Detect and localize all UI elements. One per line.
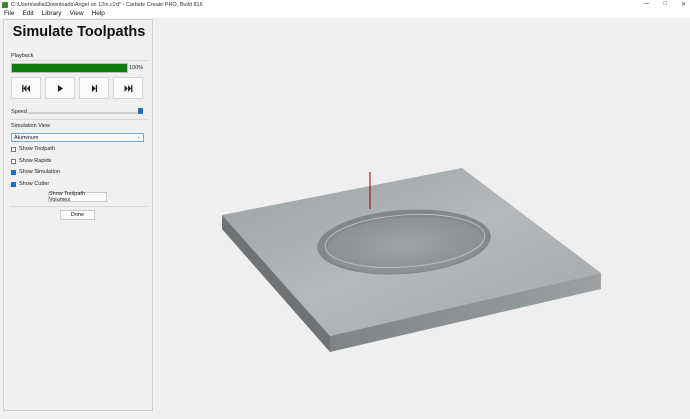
- progress-bar: [11, 63, 128, 73]
- minimize-button[interactable]: —: [643, 1, 649, 8]
- simulation-render: [222, 168, 601, 352]
- fast-forward-icon: [124, 84, 132, 92]
- playback-label: Playback: [11, 53, 34, 59]
- step-forward-icon: [91, 84, 97, 92]
- window-controls: — □ ✕: [643, 1, 686, 8]
- simulate-panel: Simulate Toolpaths Playback 100% Speed S…: [3, 19, 153, 411]
- menu-help[interactable]: Help: [92, 10, 105, 17]
- material-value: Aluminum: [14, 134, 39, 141]
- 3d-viewport[interactable]: [156, 19, 690, 414]
- show-toolpath-option[interactable]: Show Toolpath: [11, 146, 55, 152]
- title-bar: C:\Users\willa\Downloads\Angel on 12in.c…: [0, 0, 690, 9]
- app-icon: [2, 1, 8, 8]
- step-forward-button[interactable]: [79, 77, 109, 99]
- menu-edit[interactable]: Edit: [22, 10, 33, 17]
- show-cutter-option[interactable]: Show Cutter: [11, 181, 49, 187]
- material-select[interactable]: Aluminum ⌄: [11, 133, 144, 142]
- fast-forward-button[interactable]: [113, 77, 143, 99]
- show-cutter-checkbox[interactable]: [11, 181, 16, 187]
- menu-file[interactable]: File: [4, 10, 14, 17]
- speed-label: Speed: [11, 109, 27, 115]
- show-cutter-label: Show Cutter: [19, 181, 50, 187]
- show-toolpath-volumes-button[interactable]: Show Toolpath Volumes: [48, 191, 107, 203]
- play-icon: [57, 84, 63, 92]
- divider: [10, 119, 148, 120]
- show-rapids-option[interactable]: Show Rapids: [11, 158, 51, 164]
- show-rapids-label: Show Rapids: [19, 158, 52, 164]
- show-toolpath-checkbox[interactable]: [11, 146, 16, 152]
- divider: [10, 206, 148, 207]
- menu-library[interactable]: Library: [42, 10, 62, 17]
- panel-title: Simulate Toolpaths: [12, 24, 146, 40]
- show-simulation-checkbox[interactable]: [11, 169, 16, 175]
- show-toolpath-label: Show Toolpath: [19, 146, 55, 152]
- maximize-button[interactable]: □: [663, 1, 667, 8]
- progress-fill: [12, 64, 127, 72]
- speed-slider-handle[interactable]: [138, 108, 143, 114]
- simulation-view-label: Simulation View: [11, 123, 51, 129]
- rewind-button[interactable]: [11, 77, 41, 99]
- rewind-icon: [21, 84, 30, 92]
- show-simulation-label: Show Simulation: [19, 169, 60, 175]
- progress-text: 100%: [129, 65, 144, 71]
- done-button[interactable]: Done: [60, 210, 95, 220]
- show-simulation-option[interactable]: Show Simulation: [11, 169, 60, 175]
- menu-view[interactable]: View: [70, 10, 84, 17]
- play-button[interactable]: [45, 77, 75, 99]
- chevron-down-icon: ⌄: [136, 134, 141, 140]
- menu-bar: File Edit Library View Help: [0, 9, 690, 18]
- speed-slider-track[interactable]: [28, 112, 143, 114]
- divider: [10, 60, 148, 61]
- show-rapids-checkbox[interactable]: [11, 158, 16, 164]
- window-title: C:\Users\willa\Downloads\Angel on 12in.c…: [11, 1, 203, 8]
- close-button[interactable]: ✕: [681, 1, 686, 8]
